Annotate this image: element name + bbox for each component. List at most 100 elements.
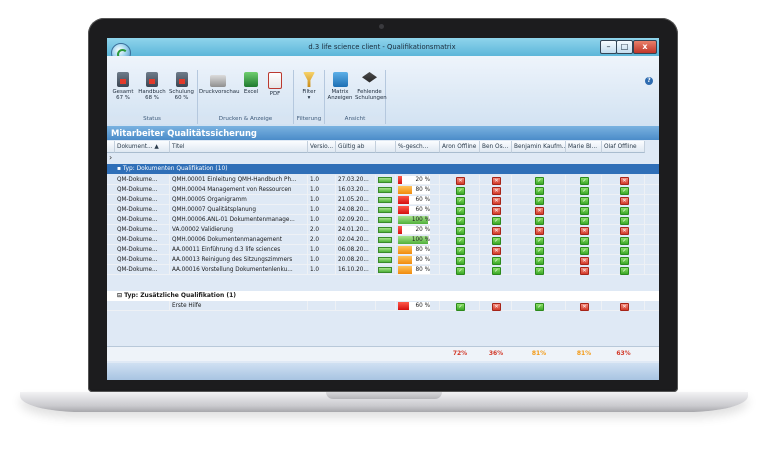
column-header[interactable] — [376, 141, 396, 153]
check-icon[interactable]: ✓ — [456, 267, 465, 275]
qualification-cell[interactable]: ✓ — [512, 265, 566, 275]
column-header[interactable]: Dokument... ▲ — [115, 141, 170, 153]
qualification-cell[interactable]: ✓ — [440, 195, 480, 205]
qualification-cell[interactable]: ✓ — [566, 205, 602, 215]
check-icon[interactable]: ✓ — [492, 267, 501, 275]
qualification-cell[interactable]: ✕ — [480, 225, 512, 235]
check-icon[interactable]: ✓ — [620, 237, 629, 245]
maximize-button[interactable]: □ — [616, 40, 633, 54]
qualification-cell[interactable]: ✓ — [512, 195, 566, 205]
pdf-button[interactable]: PDF — [264, 72, 286, 97]
qualification-cell[interactable]: ✓ — [512, 301, 566, 311]
check-icon[interactable]: ✓ — [580, 217, 589, 225]
column-header[interactable]: %-gesch... — [396, 141, 440, 153]
cross-icon[interactable]: ✕ — [580, 227, 589, 235]
cross-icon[interactable]: ✕ — [492, 207, 501, 215]
status-handbuch-button[interactable]: Handbuch 68 % — [138, 72, 166, 101]
check-icon[interactable]: ✓ — [580, 197, 589, 205]
cross-icon[interactable]: ✕ — [580, 257, 589, 265]
check-icon[interactable]: ✓ — [492, 257, 501, 265]
check-icon[interactable]: ✓ — [620, 247, 629, 255]
qualification-cell[interactable]: ✓ — [480, 255, 512, 265]
status-gesamt-button[interactable]: Gesamt 67 % — [110, 72, 136, 101]
qualification-cell[interactable]: ✓ — [440, 235, 480, 245]
qualification-cell[interactable]: ✓ — [440, 205, 480, 215]
qualification-cell[interactable]: ✓ — [566, 175, 602, 185]
qualification-cell[interactable]: ✕ — [566, 301, 602, 311]
table-row[interactable]: QM-Dokume... AA.00013 Reinigung des Sitzu… — [107, 255, 659, 265]
table-row[interactable]: Erste Hilfe 60 % ✓ ✕ ✓ ✕ ✕ — [107, 301, 659, 311]
qualification-cell[interactable]: ✓ — [440, 185, 480, 195]
qualification-cell[interactable]: ✕ — [512, 205, 566, 215]
table-row[interactable]: QM-Dokume... QMH.00006 Dokumentenmanageme… — [107, 235, 659, 245]
qualification-cell[interactable]: ✓ — [480, 235, 512, 245]
check-icon[interactable]: ✓ — [580, 247, 589, 255]
column-header[interactable]: Gültig ab — [336, 141, 376, 153]
qualification-cell[interactable]: ✓ — [512, 245, 566, 255]
qualification-cell[interactable]: ✓ — [602, 245, 645, 255]
qualification-cell[interactable]: ✓ — [480, 215, 512, 225]
check-icon[interactable]: ✓ — [456, 227, 465, 235]
qualification-cell[interactable]: ✓ — [512, 185, 566, 195]
check-icon[interactable]: ✓ — [456, 257, 465, 265]
table-row[interactable]: QM-Dokume... VA.00002 Validierung 2.0 24.01… — [107, 225, 659, 235]
table-row[interactable]: QM-Dokume... QMH.00001 Einleitung QMH-Han… — [107, 175, 659, 185]
qualification-cell[interactable]: ✓ — [602, 205, 645, 215]
qualification-cell[interactable]: ✕ — [480, 175, 512, 185]
qualification-cell[interactable]: ✓ — [440, 265, 480, 275]
qualification-cell[interactable]: ✕ — [440, 175, 480, 185]
check-icon[interactable]: ✓ — [620, 187, 629, 195]
check-icon[interactable]: ✓ — [535, 267, 544, 275]
qualification-cell[interactable]: ✕ — [480, 185, 512, 195]
qualification-cell[interactable]: ✕ — [566, 255, 602, 265]
qualification-cell[interactable]: ✓ — [566, 215, 602, 225]
check-icon[interactable]: ✓ — [620, 207, 629, 215]
cross-icon[interactable]: ✕ — [492, 303, 501, 311]
cross-icon[interactable]: ✕ — [492, 187, 501, 195]
check-icon[interactable]: ✓ — [492, 237, 501, 245]
cross-icon[interactable]: ✕ — [620, 197, 629, 205]
qualification-cell[interactable]: ✓ — [440, 225, 480, 235]
table-row[interactable]: QM-Dokume... QMH.00006.ANL-01 Dokumentenm… — [107, 215, 659, 225]
qualification-cell[interactable]: ✓ — [566, 185, 602, 195]
qualification-cell[interactable]: ✓ — [480, 265, 512, 275]
check-icon[interactable]: ✓ — [580, 177, 589, 185]
cross-icon[interactable]: ✕ — [492, 197, 501, 205]
check-icon[interactable]: ✓ — [580, 237, 589, 245]
druckvorschau-button[interactable]: Druckvorschau — [199, 72, 239, 95]
cross-icon[interactable]: ✕ — [492, 227, 501, 235]
qualification-cell[interactable]: ✕ — [602, 195, 645, 205]
check-icon[interactable]: ✓ — [535, 247, 544, 255]
qualification-cell[interactable]: ✕ — [602, 301, 645, 311]
table-row[interactable]: QM-Dokume... QMH.00004 Management von Res… — [107, 185, 659, 195]
check-icon[interactable]: ✓ — [492, 217, 501, 225]
column-header[interactable]: Titel — [170, 141, 308, 153]
check-icon[interactable]: ✓ — [620, 217, 629, 225]
check-icon[interactable]: ✓ — [580, 207, 589, 215]
check-icon[interactable]: ✓ — [456, 217, 465, 225]
qualification-cell[interactable]: ✓ — [602, 255, 645, 265]
qualification-cell[interactable]: ✕ — [480, 205, 512, 215]
qualification-cell[interactable]: ✕ — [602, 225, 645, 235]
check-icon[interactable]: ✓ — [535, 187, 544, 195]
check-icon[interactable]: ✓ — [620, 267, 629, 275]
cross-icon[interactable]: ✕ — [580, 303, 589, 311]
qualification-cell[interactable]: ✓ — [602, 235, 645, 245]
qualification-cell[interactable]: ✓ — [602, 215, 645, 225]
qualification-cell[interactable]: ✓ — [440, 245, 480, 255]
close-button[interactable]: x — [633, 40, 657, 54]
qualification-cell[interactable]: ✓ — [566, 235, 602, 245]
check-icon[interactable]: ✓ — [456, 207, 465, 215]
check-icon[interactable]: ✓ — [456, 187, 465, 195]
table-row[interactable]: QM-Dokume... AA.00011 Einführung d.3 life… — [107, 245, 659, 255]
help-icon[interactable]: ? — [645, 77, 653, 85]
check-icon[interactable]: ✓ — [535, 197, 544, 205]
qualification-cell[interactable]: ✓ — [512, 215, 566, 225]
cross-icon[interactable]: ✕ — [620, 303, 629, 311]
qualification-cell[interactable]: ✕ — [602, 175, 645, 185]
qualification-cell[interactable]: ✓ — [440, 255, 480, 265]
check-icon[interactable]: ✓ — [456, 303, 465, 311]
fehlende-schulungen-button[interactable]: Fehlende Schulungen — [355, 72, 387, 101]
check-icon[interactable]: ✓ — [456, 247, 465, 255]
table-row[interactable]: QM-Dokume... AA.00016 Vorstellung Dokumen… — [107, 265, 659, 275]
